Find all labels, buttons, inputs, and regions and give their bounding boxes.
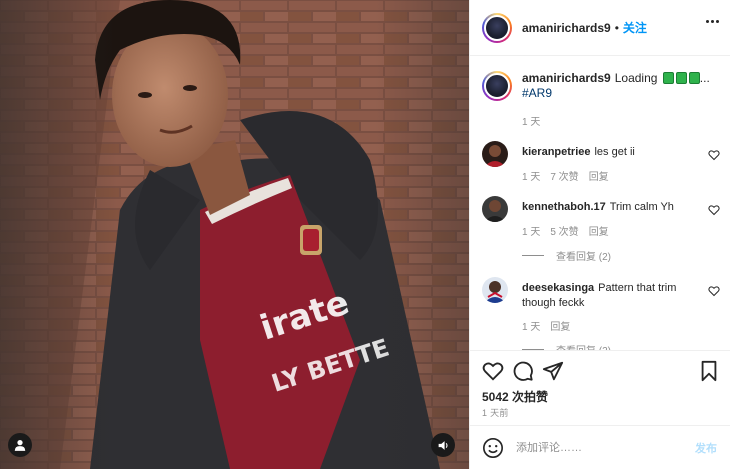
- separator-dot: •: [614, 20, 619, 35]
- bookmark-icon[interactable]: [698, 360, 720, 382]
- comment-body: les get ii: [594, 146, 635, 158]
- mute-button[interactable]: [431, 433, 455, 457]
- user-icon: [14, 440, 26, 451]
- post-media[interactable]: irate LY BETTE: [0, 0, 469, 469]
- comment-composer: 发布: [470, 426, 730, 469]
- comment-time: 1 天: [522, 322, 541, 333]
- share-icon[interactable]: [542, 360, 564, 382]
- post-sidebar: amanirichards9 • 关注 amanirichards9 Loadin…: [469, 0, 730, 469]
- more-icon[interactable]: [706, 20, 719, 23]
- header-username[interactable]: amanirichards9: [522, 21, 611, 35]
- comment-time: 1 天: [522, 227, 541, 238]
- post-button[interactable]: 发布: [695, 440, 717, 456]
- comment-username[interactable]: kieranpetriee: [522, 146, 590, 158]
- view-replies-button[interactable]: 查看回复 (2): [522, 248, 611, 263]
- battery-emoji-icon: [675, 72, 687, 84]
- action-bar: [482, 360, 720, 384]
- reply-button[interactable]: 回复: [550, 322, 570, 333]
- divider: [522, 255, 544, 256]
- comment-text: deesekasinga Pattern that trim though fec…: [522, 281, 692, 311]
- comment-input[interactable]: [516, 437, 686, 458]
- post-timestamp: 1 天前: [482, 408, 509, 418]
- caption-text: amanirichards9 Loading ... #AR9: [522, 71, 712, 101]
- comment-meta: 1 天 7 次赞 回复: [522, 168, 619, 183]
- caption-time: 1 天: [522, 117, 541, 128]
- caption-username[interactable]: amanirichards9: [522, 71, 611, 85]
- view-replies-label: 查看回复 (2): [556, 342, 611, 350]
- caption-dots: ...: [699, 71, 710, 85]
- post-header: amanirichards9 • 关注: [470, 0, 730, 56]
- caption-avatar[interactable]: [482, 71, 512, 101]
- comment-text: kieranpetriee les get ii: [522, 145, 692, 160]
- comment-icon[interactable]: [512, 360, 534, 382]
- divider: [470, 350, 730, 351]
- avatar[interactable]: [482, 277, 508, 303]
- reply-button[interactable]: 回复: [589, 227, 609, 238]
- comment-body: Trim calm Yh: [609, 201, 674, 213]
- caption-body: Loading: [614, 71, 658, 85]
- user-tag-button[interactable]: [8, 433, 32, 457]
- hashtag-link[interactable]: #AR9: [522, 86, 552, 100]
- comment-time: 1 天: [522, 172, 541, 183]
- comment-likes[interactable]: 7 次赞: [550, 172, 578, 183]
- reply-button[interactable]: 回复: [589, 172, 609, 183]
- like-count[interactable]: 5042 次拍赞: [482, 388, 548, 405]
- heart-icon[interactable]: [708, 149, 720, 161]
- emoji-icon[interactable]: [482, 437, 504, 459]
- comments-list[interactable]: amanirichards9 Loading ... #AR9 1 天 kiera…: [470, 57, 730, 350]
- avatar[interactable]: [482, 196, 508, 222]
- battery-emoji-icon: [662, 72, 674, 84]
- heart-icon[interactable]: [708, 204, 720, 216]
- comment-meta: 1 天 5 次赞 回复: [522, 223, 619, 238]
- view-replies-button[interactable]: 查看回复 (2): [522, 342, 611, 350]
- view-replies-label: 查看回复 (2): [556, 252, 611, 263]
- avatar[interactable]: [482, 12, 512, 43]
- follow-button[interactable]: 关注: [623, 19, 647, 36]
- speaker-icon: [438, 440, 448, 450]
- comment-username[interactable]: deesekasinga: [522, 282, 594, 294]
- comment-text: kennethaboh.17 Trim calm Yh: [522, 200, 692, 215]
- comment-meta: 1 天回复: [522, 318, 580, 333]
- avatar[interactable]: [482, 141, 508, 167]
- post-dialog: irate LY BETTE: [0, 0, 730, 469]
- heart-icon[interactable]: [482, 360, 504, 382]
- post-photo: irate LY BETTE: [0, 0, 469, 469]
- battery-emoji-icon: [688, 72, 700, 84]
- comment-username[interactable]: kennethaboh.17: [522, 201, 606, 213]
- heart-icon[interactable]: [708, 285, 720, 297]
- comment-likes[interactable]: 5 次赞: [550, 227, 578, 238]
